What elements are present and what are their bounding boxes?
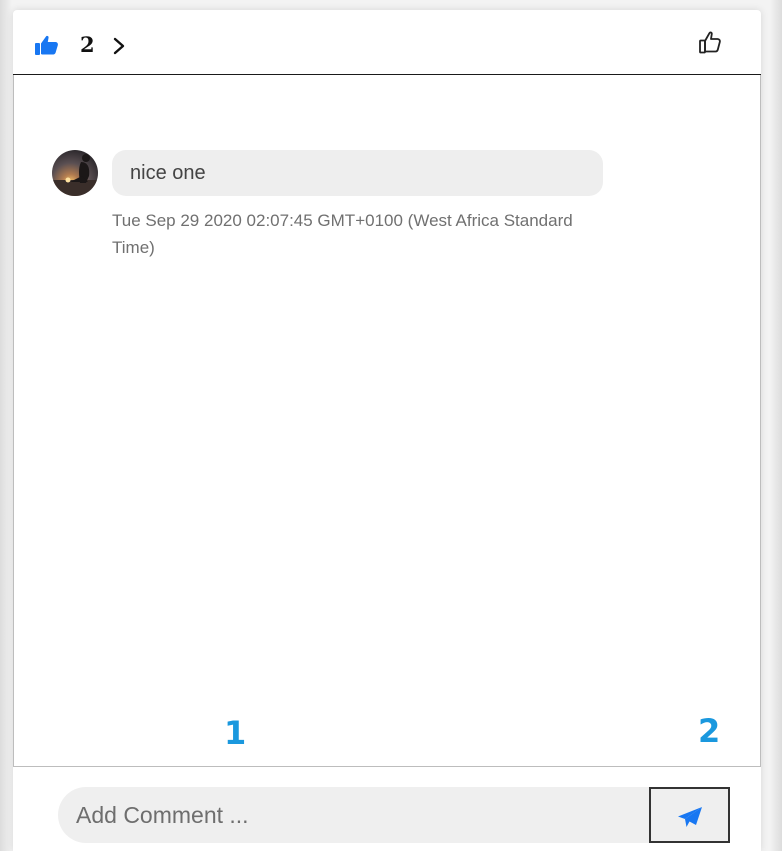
page-background: 2 nice one Tue Sep 29 2020 02:07:45 GMT+… xyxy=(0,0,782,851)
comment-composer xyxy=(58,786,730,844)
thumbs-up-filled-icon[interactable] xyxy=(35,34,59,56)
comment-bubble: nice one xyxy=(112,150,603,196)
comments-list: nice one Tue Sep 29 2020 02:07:45 GMT+01… xyxy=(13,75,761,767)
marker-label: 1 xyxy=(224,714,247,752)
comment-card: 2 nice one Tue Sep 29 2020 02:07:45 GMT+… xyxy=(13,10,761,851)
thumbs-up-outline-icon[interactable] xyxy=(699,30,721,54)
chevron-right-icon[interactable] xyxy=(112,37,126,55)
avatar[interactable] xyxy=(52,150,98,196)
comment-timestamp: Tue Sep 29 2020 02:07:45 GMT+0100 (West … xyxy=(112,211,573,257)
paper-plane-icon xyxy=(678,807,702,827)
like-count: 2 xyxy=(80,32,95,57)
marker-label: 2 xyxy=(698,712,721,750)
reactions-bar: 2 xyxy=(13,10,761,75)
send-button[interactable] xyxy=(649,787,730,843)
comment-input[interactable] xyxy=(58,787,658,843)
